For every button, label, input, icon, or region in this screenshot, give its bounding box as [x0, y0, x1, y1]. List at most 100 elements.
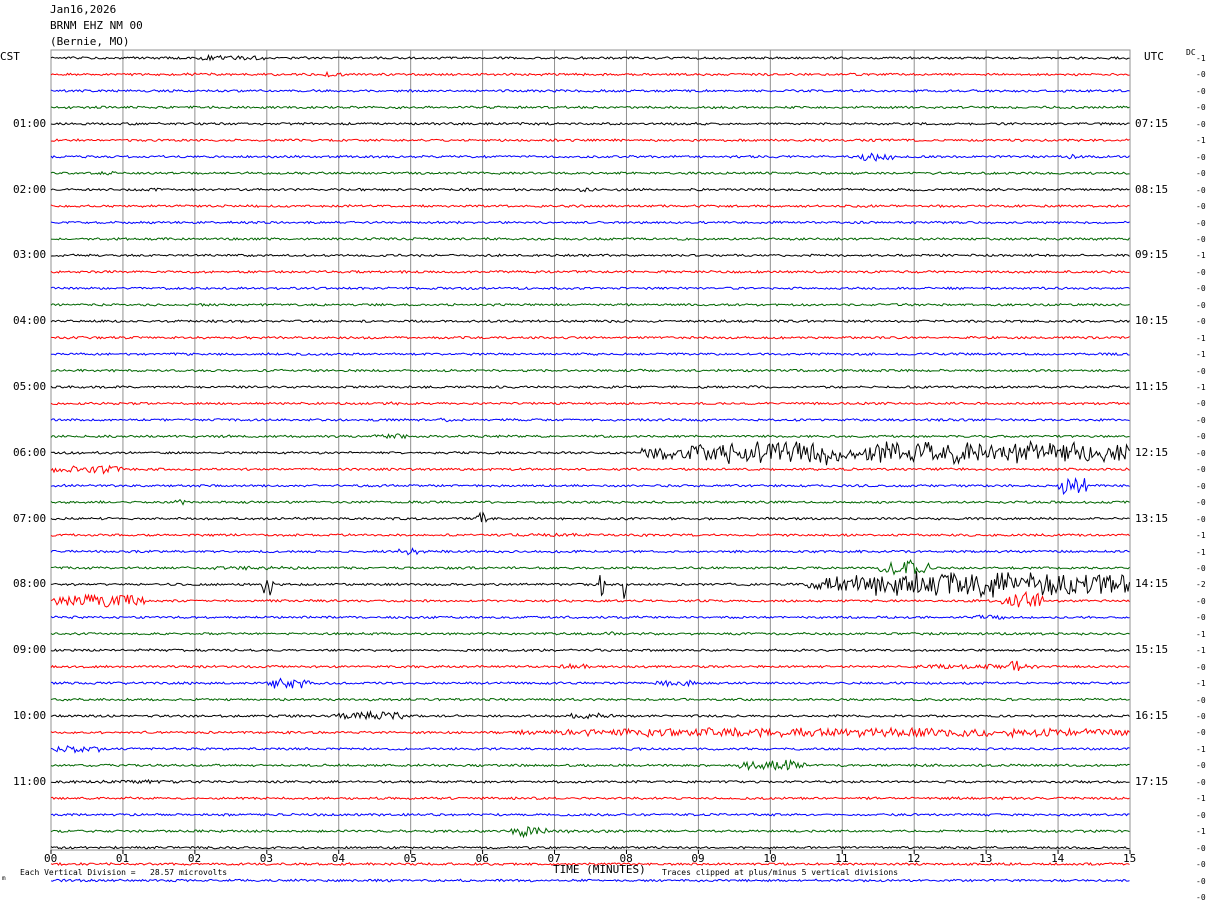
trace-line	[50, 631, 1130, 636]
trace-line	[50, 590, 1130, 608]
trace-line	[50, 269, 1130, 274]
trace-line	[50, 204, 1130, 209]
right-hour-label: 14:15	[1135, 577, 1169, 591]
dc-offset-label: -0	[1196, 267, 1206, 277]
dc-offset-label: -0	[1196, 185, 1206, 195]
dc-offset-label: -0	[1196, 810, 1206, 820]
dc-offset-label: -0	[1196, 695, 1206, 705]
x-axis-label: TIME (MINUTES)	[553, 863, 646, 876]
trace-line	[50, 464, 1130, 475]
right-timezone-label: UTC	[1144, 50, 1164, 63]
dc-offset-label: -0	[1196, 366, 1206, 376]
clip-note: Traces clipped at plus/minus 5 vertical …	[662, 868, 899, 877]
dc-offset-label: -0	[1196, 712, 1206, 721]
x-tick-label: 09	[691, 852, 705, 865]
trace-line	[50, 511, 1130, 523]
dc-offset-label: -0	[1196, 761, 1206, 771]
trace-line	[50, 70, 1130, 78]
dc-offset-label: -1	[1196, 629, 1206, 639]
date-label: Jan16,2026	[50, 3, 117, 16]
dc-offset-label: -0	[1196, 70, 1206, 80]
left-hour-label: 06:00	[13, 445, 47, 459]
x-tick-label: 00	[44, 852, 58, 865]
x-tick-label: 13	[979, 852, 993, 865]
right-hour-label: 08:15	[1135, 182, 1169, 196]
x-tick-label: 11	[835, 852, 849, 865]
dc-offset-label: -1	[1196, 794, 1206, 804]
dc-offset-label: -0	[1196, 728, 1206, 738]
trace-line	[50, 660, 1130, 672]
dc-offset-label: -0	[1196, 415, 1206, 425]
trace-line	[50, 121, 1130, 126]
dc-offset-label: -0	[1196, 169, 1206, 179]
trace-line	[50, 152, 1130, 162]
right-hour-label: 13:15	[1135, 511, 1169, 525]
trace-line	[50, 826, 1130, 839]
dc-offset-label: -1	[1196, 679, 1206, 689]
x-tick-label: 02	[187, 852, 202, 865]
x-tick-label: 01	[115, 852, 130, 865]
dc-offset-label: -0	[1196, 234, 1206, 244]
trace-line	[50, 105, 1130, 110]
right-hour-label: 12:15	[1135, 445, 1169, 459]
trace-line	[50, 88, 1130, 93]
right-hour-label: 17:15	[1135, 774, 1169, 788]
x-tick-label: 15	[1123, 852, 1137, 865]
dc-offset-label: -0	[1196, 613, 1206, 623]
dc-offset-label: -1	[1196, 383, 1206, 392]
dc-offset-label: -1	[1196, 136, 1206, 146]
left-hour-label: 03:00	[13, 248, 47, 262]
left-hour-label: 04:00	[13, 314, 47, 328]
left-hour-label: 09:00	[13, 643, 47, 657]
dc-offset-label: -0	[1196, 892, 1206, 902]
dc-offset-label: -0	[1196, 777, 1206, 787]
dc-offset-label: -1	[1196, 350, 1206, 360]
trace-line	[50, 439, 1130, 466]
trace-line	[50, 368, 1130, 373]
trace-line	[50, 796, 1130, 801]
trace-line	[50, 697, 1130, 702]
trace-line	[50, 559, 1130, 576]
dc-offset-label: -1	[1196, 827, 1206, 837]
right-hour-label: 10:15	[1135, 314, 1169, 328]
left-hour-label: 11:00	[13, 774, 47, 788]
dc-offset-label: -0	[1196, 300, 1206, 310]
dc-offset-label: -1	[1196, 54, 1206, 63]
trace-line	[50, 433, 1130, 440]
right-hour-label: 11:15	[1135, 380, 1169, 393]
dc-offset-label: -2	[1196, 580, 1206, 590]
dc-offset-label: -0	[1196, 876, 1206, 886]
x-tick-label: 14	[1051, 852, 1065, 865]
dc-offset-label: -0	[1196, 119, 1206, 129]
trace-line	[50, 709, 1130, 721]
x-tick-label: 03	[259, 852, 274, 865]
left-hour-label: 01:00	[13, 116, 47, 130]
trace-line	[50, 237, 1130, 241]
dc-offset-label: -0	[1196, 448, 1206, 458]
station-label: BRNM EHZ NM 00	[50, 19, 143, 32]
seismic-traces	[50, 53, 1130, 883]
dc-offset-label: -0	[1196, 399, 1206, 409]
x-tick-label: 06	[475, 852, 489, 865]
dc-offset-label: -0	[1196, 498, 1206, 508]
trace-line	[50, 532, 1130, 538]
x-tick-label: 10	[763, 852, 777, 865]
trace-line	[50, 335, 1130, 340]
dc-offset-label: -1	[1196, 251, 1206, 261]
scale-note: Each Vertical Division = 28.57 microvolt…	[20, 868, 228, 877]
x-axis-ticks	[50, 850, 1131, 854]
dc-offset-label: -0	[1196, 103, 1206, 113]
right-hour-label: 15:15	[1135, 643, 1169, 657]
dc-header-label: DC	[1186, 48, 1196, 57]
location-label: (Bernie, MO)	[50, 35, 130, 48]
trace-line	[50, 401, 1130, 406]
dc-offset-label: -0	[1196, 860, 1206, 870]
dc-offset-label: -0	[1196, 284, 1206, 294]
dc-offset-label: -0	[1196, 202, 1206, 212]
trace-line	[50, 286, 1130, 291]
dc-offset-label: -1	[1196, 333, 1206, 343]
trace-line	[50, 726, 1130, 739]
trace-line	[50, 302, 1130, 307]
right-hour-label: 07:15	[1135, 116, 1169, 130]
corner-mark: m	[2, 875, 6, 882]
